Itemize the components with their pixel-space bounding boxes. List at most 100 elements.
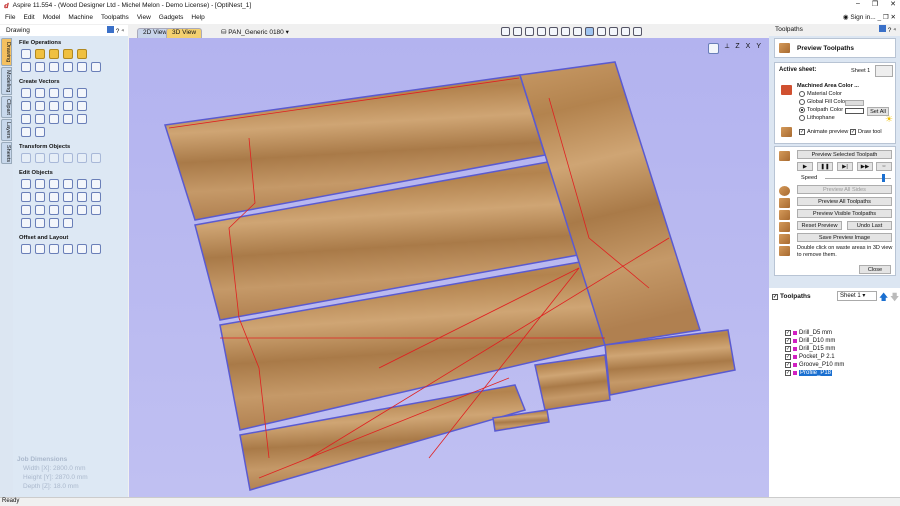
tool-icon[interactable] (35, 179, 45, 189)
tool-icon[interactable] (49, 153, 59, 163)
radio-material-color[interactable]: Material Color (799, 91, 842, 97)
tool-icon[interactable] (35, 101, 45, 111)
tool-icon[interactable] (21, 49, 31, 59)
machine-selector[interactable]: ⛁ PAN_Generic 0180 ▾ (221, 28, 289, 36)
close-button[interactable]: Close (859, 265, 891, 274)
toolpath-checkbox[interactable]: ✓ (785, 338, 791, 344)
sheet-select[interactable]: Sheet 1 ▾ (837, 291, 877, 301)
tool-icon[interactable] (77, 114, 87, 124)
tab-sheets[interactable]: Sheets (1, 142, 12, 164)
tool-icon[interactable] (49, 88, 59, 98)
menu-view[interactable]: View (137, 14, 151, 21)
toolpath-checkbox[interactable]: ✓ (785, 370, 791, 376)
tool-icon[interactable] (35, 62, 45, 72)
tool-icon[interactable] (63, 205, 73, 215)
move-up-icon[interactable]: 🡅 (879, 290, 888, 306)
view-x-button[interactable]: X (746, 43, 751, 54)
menu-machine[interactable]: Machine (68, 14, 93, 21)
speed-slider-thumb[interactable] (881, 174, 885, 182)
reset-preview-button[interactable]: Reset Preview (797, 221, 842, 230)
palette-icon[interactable] (875, 65, 893, 77)
toolpath-item[interactable]: ✓ Groove_P10 mm (785, 362, 844, 368)
tool-icon[interactable] (77, 88, 87, 98)
tool-icon[interactable] (63, 88, 73, 98)
panel-controls[interactable]: ? ⁴ (878, 25, 896, 34)
tool-icon[interactable] (21, 205, 31, 215)
tool-icon[interactable] (35, 192, 45, 202)
fit-view-icon[interactable] (707, 43, 719, 54)
panel-layout-icon[interactable] (633, 27, 642, 36)
3d-viewport[interactable]: ⟂ Z X Y (129, 38, 769, 497)
tool-icon[interactable] (63, 101, 73, 111)
sign-in-button[interactable]: ◉ Sign in... _ ❐ ✕ (843, 13, 896, 21)
pause-button[interactable]: ❚❚ (817, 162, 833, 171)
speed-slider[interactable] (825, 174, 891, 182)
tool-icon[interactable] (77, 244, 87, 254)
tool-icon[interactable] (35, 127, 45, 137)
minimize-button[interactable]: – (856, 0, 860, 8)
tool-icon[interactable] (49, 62, 59, 72)
radio-lithophane[interactable]: Lithophane (799, 115, 835, 121)
show-material-icon[interactable] (597, 27, 606, 36)
move-down-icon[interactable]: 🡇 (890, 290, 899, 306)
preview-all-sides-button[interactable]: Preview All Sides (797, 185, 892, 194)
toolpath-item[interactable]: ✓ Drill_D5 mm (785, 330, 832, 336)
preview-selected-button[interactable]: Preview Selected Toolpath (797, 150, 892, 159)
radio-global-fill-color[interactable]: Global Fill Color (799, 99, 847, 105)
tool-icon[interactable] (21, 127, 31, 137)
save-preview-button[interactable]: Save Preview Image (797, 233, 892, 242)
tool-icon[interactable] (77, 62, 87, 72)
tool-icon[interactable] (49, 114, 59, 124)
tool-icon[interactable] (21, 218, 31, 228)
iso-view-icon[interactable]: ⟂ (725, 43, 730, 54)
tool-icon[interactable] (21, 62, 31, 72)
maximize-button[interactable]: ❐ (872, 0, 878, 8)
layout-icon[interactable] (621, 27, 630, 36)
tool-icon[interactable] (91, 153, 101, 163)
tab-drawing[interactable]: Drawing (1, 38, 12, 66)
draw-tool-checkbox[interactable]: ✓ Draw tool (850, 129, 882, 135)
preview-visible-button[interactable]: Preview Visible Toolpaths (797, 209, 892, 218)
toolpath-item[interactable]: ✓ Pocket_P 2.1 (785, 354, 835, 360)
tool-icon[interactable] (91, 205, 101, 215)
animate-preview-checkbox[interactable]: ✓ Animate preview (799, 129, 848, 135)
tool-icon[interactable] (91, 62, 101, 72)
tool-icon[interactable] (77, 153, 87, 163)
tool-icon[interactable] (35, 244, 45, 254)
tool-icon[interactable] (21, 179, 31, 189)
step-button[interactable]: ▶| (837, 162, 853, 171)
menu-edit[interactable]: Edit (23, 14, 34, 21)
preview-all-button[interactable]: Preview All Toolpaths (797, 197, 892, 206)
tool-icon[interactable] (21, 114, 31, 124)
tool-icon[interactable] (63, 49, 73, 59)
menu-model[interactable]: Model (43, 14, 61, 21)
toolpath-checkbox[interactable]: ✓ (785, 362, 791, 368)
panel-controls[interactable]: ? ⁴ (106, 26, 124, 35)
lighting-icon[interactable] (609, 27, 618, 36)
vector-icon[interactable] (501, 27, 510, 36)
tool-icon[interactable] (21, 88, 31, 98)
tool-icon[interactable] (77, 192, 87, 202)
tool-icon[interactable] (49, 205, 59, 215)
tool-icon[interactable] (77, 49, 87, 59)
tool-icon[interactable] (63, 179, 73, 189)
show-toolpaths-icon[interactable] (585, 27, 594, 36)
tool-icon[interactable] (77, 179, 87, 189)
zoom-selection-icon[interactable] (573, 27, 582, 36)
zoom-extents-icon[interactable] (561, 27, 570, 36)
tool-icon[interactable] (21, 192, 31, 202)
toolpath-checkbox[interactable]: ✓ (785, 346, 791, 352)
tool-icon[interactable] (63, 62, 73, 72)
tool-icon[interactable] (35, 114, 45, 124)
toolpath-checkbox[interactable]: ✓ (785, 354, 791, 360)
radio-toolpath-color[interactable]: Toolpath Color (799, 107, 843, 113)
undo-last-button[interactable]: Undo Last (847, 221, 892, 230)
tool-icon[interactable] (63, 114, 73, 124)
menu-gadgets[interactable]: Gadgets (159, 14, 184, 21)
toolpath-checkbox[interactable]: ✓ (785, 330, 791, 336)
tool-icon[interactable] (49, 101, 59, 111)
tool-icon[interactable] (63, 218, 73, 228)
toolpath-item[interactable]: ✓ Drill_D10 mm (785, 338, 835, 344)
tool-icon[interactable] (21, 244, 31, 254)
toolpath-item[interactable]: ✓ Drill_D15 mm (785, 346, 835, 352)
